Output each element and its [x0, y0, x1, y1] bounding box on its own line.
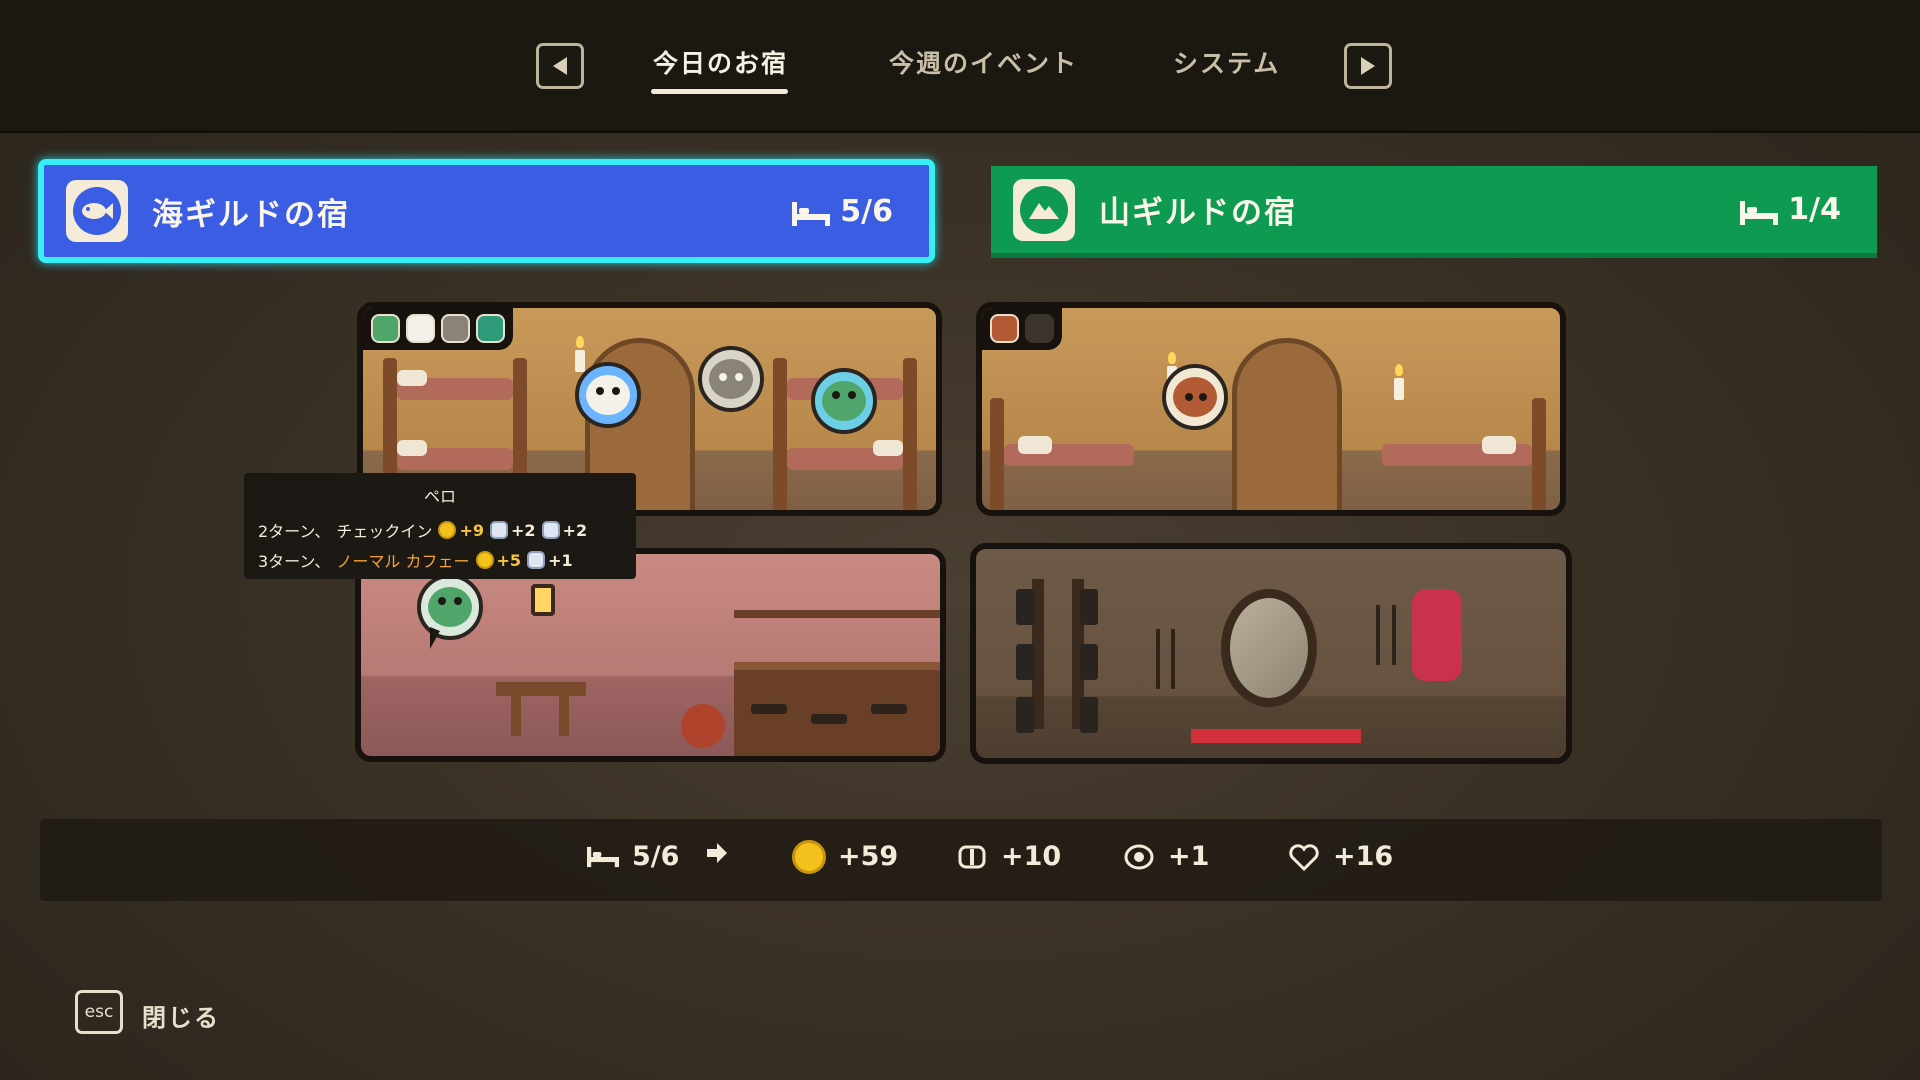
- summary-capacity: 5/6: [586, 841, 679, 872]
- character-girl-avatar[interactable]: [1162, 364, 1228, 430]
- tooltip-character-name: ペロ: [423, 487, 456, 506]
- mountain-icon: [1013, 178, 1075, 241]
- empty-slot: [1025, 314, 1054, 343]
- frog-occupant-icon: [476, 314, 505, 343]
- character-frog-avatar[interactable]: [811, 368, 877, 434]
- next-tab-button[interactable]: [1344, 43, 1392, 89]
- prev-tab-button[interactable]: [536, 43, 584, 89]
- shield-icon: [527, 551, 546, 569]
- strength-icon: [489, 521, 508, 539]
- summary-arrow: [705, 841, 729, 865]
- summary-coins-value: +59: [838, 841, 899, 872]
- tooltip-coin-bonus: +9: [459, 520, 484, 540]
- tooltip-stat-a: +2: [510, 520, 536, 540]
- summary-stat-a-value: +10: [1001, 841, 1062, 872]
- tooltip-action: ノーマル カフェー: [336, 552, 470, 571]
- tab-system[interactable]: システム: [1173, 44, 1280, 80]
- bed-icon: [1740, 198, 1779, 225]
- pot: [681, 704, 725, 748]
- coin-icon: [475, 551, 494, 569]
- mountain-bedroom[interactable]: [976, 302, 1566, 516]
- door: [1232, 338, 1342, 510]
- sea-inn-capacity: 5/6: [792, 194, 893, 229]
- mountain-capacity-value: 1/4: [1788, 192, 1841, 227]
- mirror: [1221, 589, 1317, 707]
- shield-icon: [541, 521, 560, 539]
- punching-bag: [1412, 589, 1462, 681]
- cow-occupant-icon: [406, 314, 435, 343]
- sea-capacity-value: 5/6: [840, 193, 893, 229]
- tab-weekly-events[interactable]: 今週のイベント: [889, 44, 1078, 80]
- tooltip-turns: 3ターン、: [258, 552, 331, 571]
- coin-icon: [792, 839, 826, 874]
- bed-icon: [586, 842, 620, 872]
- fish-icon: [66, 180, 128, 242]
- sea-bedroom-occupants: [363, 308, 513, 350]
- lamp: [531, 584, 555, 616]
- summary-stat-c-value: +16: [1333, 841, 1394, 872]
- girl-occupant-icon: [990, 314, 1019, 343]
- bed-icon: [792, 199, 831, 226]
- esc-key-icon[interactable]: esc: [75, 990, 123, 1034]
- triangle-left-icon: [553, 57, 567, 75]
- summary-stat-a: +10: [955, 841, 1061, 872]
- character-tooltip: ペロ 2ターン、 チェックイン +9 +2 +2 3ターン、 ノーマル カフェー…: [244, 473, 636, 579]
- summary-stat-c: +16: [1287, 841, 1393, 872]
- candle: [575, 336, 585, 372]
- candle: [1394, 364, 1404, 400]
- sea-guild-inn-header[interactable]: 海ギルドの宿 5/6: [38, 159, 935, 263]
- tooltip-stat-b: +1: [548, 550, 573, 570]
- arrow-right-icon: [705, 841, 729, 865]
- badger-occupant-icon: [441, 314, 470, 343]
- tooltip-coin-bonus: +5: [496, 550, 522, 570]
- triangle-right-icon: [1361, 57, 1375, 75]
- tooltip-row-cafe: 3ターン、 ノーマル カフェー +5 +1: [258, 545, 622, 575]
- top-nav-bar: 今日のお宿 今週のイベント システム: [0, 0, 1920, 133]
- sea-inn-name: 海ギルドの宿: [152, 196, 350, 233]
- tooltip-action: チェックイン: [336, 522, 433, 541]
- character-cow-avatar[interactable]: [575, 362, 641, 428]
- mouse-cursor: [430, 627, 440, 649]
- mountain-inn-capacity: 1/4: [1740, 192, 1841, 227]
- mountain-gym-room[interactable]: [970, 543, 1572, 764]
- coin-icon: [438, 521, 457, 539]
- mountain-bedroom-occupants: [982, 308, 1062, 350]
- mountain-guild-inn-header[interactable]: 山ギルドの宿 1/4: [991, 166, 1877, 258]
- character-badger-avatar[interactable]: [698, 346, 764, 412]
- summary-bar: 5/6 +59 +10 +1 +16: [40, 819, 1882, 901]
- close-button-label[interactable]: 閉じる: [142, 998, 220, 1033]
- character-pero-frog-avatar[interactable]: [417, 574, 483, 640]
- tooltip-row-checkin: 2ターン、 チェックイン +9 +2 +2: [258, 515, 622, 545]
- heart-icon: [1287, 842, 1321, 872]
- shield-icon: [1122, 842, 1156, 872]
- tab-today-inn[interactable]: 今日のお宿: [653, 44, 788, 80]
- summary-stat-b: +1: [1122, 841, 1209, 872]
- active-tab-underline: [651, 89, 788, 94]
- sea-cafe-room[interactable]: [355, 548, 946, 762]
- strength-icon: [955, 842, 989, 872]
- tooltip-turns: 2ターン、: [258, 522, 331, 541]
- frog-occupant-icon: [371, 314, 400, 343]
- summary-capacity-value: 5/6: [632, 841, 680, 872]
- summary-coins: +59: [792, 839, 899, 874]
- summary-stat-b-value: +1: [1168, 841, 1210, 872]
- tooltip-stat-b: +2: [562, 520, 588, 540]
- mountain-inn-name: 山ギルドの宿: [1099, 195, 1297, 231]
